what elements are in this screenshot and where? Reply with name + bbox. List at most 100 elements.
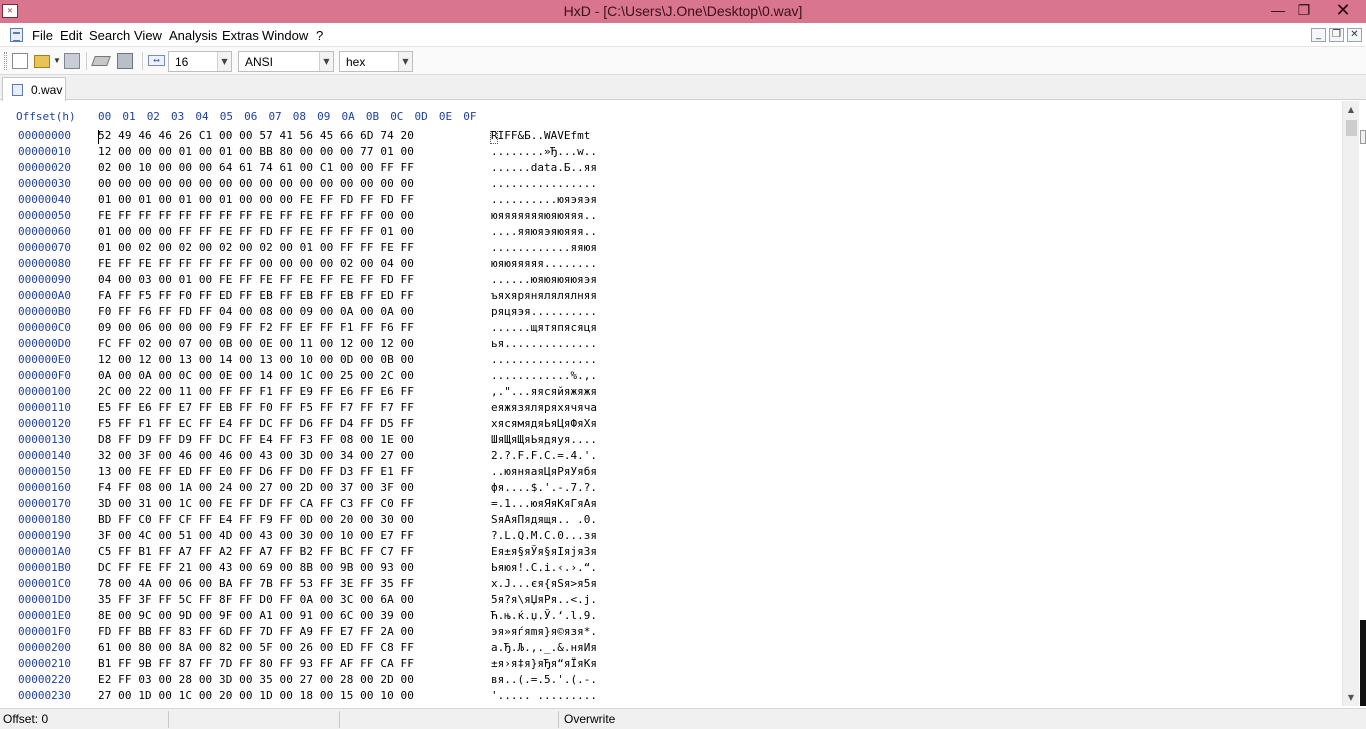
row-bytes[interactable]: FE FF FE FF FF FF FF FF 00 00 00 00 02 0…: [98, 257, 414, 270]
row-text[interactable]: хясямядяЬяЦяФяХя: [491, 417, 597, 430]
row-bytes[interactable]: 01 00 01 00 01 00 01 00 00 00 FE FF FD F…: [98, 193, 414, 206]
menu-search[interactable]: Search: [89, 28, 130, 43]
row-text[interactable]: ,."...яясяйяжяжя: [491, 385, 597, 398]
mdi-minimize-icon[interactable]: _: [1311, 28, 1326, 42]
new-file-icon[interactable]: [12, 53, 28, 69]
row-text[interactable]: Ьяюя!.C.i.‹.›.“.: [491, 561, 597, 574]
row-bytes[interactable]: 3D 00 31 00 1C 00 FE FF DF FF CA FF C3 F…: [98, 497, 414, 510]
row-text[interactable]: ряцяэя..........: [491, 305, 597, 318]
row-text[interactable]: ......юяюяюяюяэя: [491, 273, 597, 286]
row-text[interactable]: ШяЩяЩяЬядяуя....: [491, 433, 597, 446]
row-text[interactable]: еяжязяляряхячяча: [491, 401, 597, 414]
row-text[interactable]: ья..............: [491, 337, 597, 350]
charset-select[interactable]: ANSI ▼: [238, 51, 334, 72]
row-text[interactable]: ?.L.Q.M.C.0...зя: [491, 529, 597, 542]
row-bytes[interactable]: C5 FF B1 FF A7 FF A2 FF A7 FF B2 FF BC F…: [98, 545, 414, 558]
row-bytes[interactable]: 0A 00 0A 00 0C 00 0E 00 14 00 1C 00 25 0…: [98, 369, 414, 382]
row-text[interactable]: вя..(.=.5.'.(.-.: [491, 673, 597, 686]
row-bytes[interactable]: F0 FF F6 FF FD FF 04 00 08 00 09 00 0A 0…: [98, 305, 414, 318]
row-bytes[interactable]: 13 00 FE FF ED FF E0 FF D6 FF D0 FF D3 F…: [98, 465, 414, 478]
row-text[interactable]: ............яяюя: [491, 241, 597, 254]
chevron-down-icon[interactable]: ▼: [398, 52, 412, 71]
bytes-per-row-select[interactable]: 16 ▼: [168, 51, 232, 72]
row-text[interactable]: ................: [491, 177, 597, 190]
row-bytes[interactable]: 61 00 80 00 8A 00 82 00 5F 00 26 00 ED F…: [98, 641, 414, 654]
row-bytes[interactable]: FE FF FF FF FF FF FF FF FE FF FE FF FF F…: [98, 209, 414, 222]
row-text[interactable]: юяюяяяяя........: [491, 257, 597, 270]
close-icon[interactable]: ✕: [1326, 0, 1360, 23]
row-bytes[interactable]: B1 FF 9B FF 87 FF 7D FF 80 FF 93 FF AF F…: [98, 657, 414, 670]
row-bytes[interactable]: 04 00 03 00 01 00 FE FF FE FF FE FF FE F…: [98, 273, 414, 286]
row-bytes[interactable]: F4 FF 08 00 1A 00 24 00 27 00 2D 00 37 0…: [98, 481, 414, 494]
row-bytes[interactable]: FC FF 02 00 07 00 0B 00 0E 00 11 00 12 0…: [98, 337, 414, 350]
cut-icon[interactable]: [91, 56, 111, 66]
row-bytes[interactable]: 02 00 10 00 00 00 64 61 74 61 00 C1 00 0…: [98, 161, 414, 174]
document-icon[interactable]: [10, 28, 23, 42]
chevron-down-icon[interactable]: ▼: [319, 52, 333, 71]
row-bytes[interactable]: E2 FF 03 00 28 00 3D 00 35 00 27 00 28 0…: [98, 673, 414, 686]
menu-window[interactable]: Window: [262, 28, 308, 43]
tab-0-wav[interactable]: 0.wav: [2, 77, 66, 101]
row-bytes[interactable]: 8E 00 9C 00 9D 00 9F 00 A1 00 91 00 6C 0…: [98, 609, 414, 622]
scroll-thumb[interactable]: [1346, 120, 1357, 136]
row-bytes[interactable]: DC FF FE FF 21 00 43 00 69 00 8B 00 9B 0…: [98, 561, 414, 574]
menu-view[interactable]: View: [134, 28, 162, 43]
menu-edit[interactable]: Edit: [60, 28, 82, 43]
row-text[interactable]: Ћ.њ.ќ.џ.Ў.‘.l.9.: [491, 609, 597, 622]
row-bytes[interactable]: F5 FF F1 FF EC FF E4 FF DC FF D6 FF D4 F…: [98, 417, 414, 430]
row-text[interactable]: юяяяяяяяюяюяяя..: [491, 209, 597, 222]
scroll-up-icon[interactable]: ▲: [1343, 101, 1359, 118]
minimize-icon[interactable]: —: [1264, 0, 1292, 23]
row-bytes[interactable]: 52 49 46 46 26 C1 00 00 57 41 56 45 66 6…: [98, 129, 414, 142]
row-text[interactable]: ......щятяпясяця: [491, 321, 597, 334]
row-text[interactable]: '..... .........: [491, 689, 597, 702]
menu-extras[interactable]: Extras: [222, 28, 259, 43]
row-bytes[interactable]: 00 00 00 00 00 00 00 00 00 00 00 00 00 0…: [98, 177, 414, 190]
row-text[interactable]: ............%.,.: [491, 369, 597, 382]
row-bytes[interactable]: 2C 00 22 00 11 00 FF FF F1 FF E9 FF E6 F…: [98, 385, 414, 398]
offset-base-select[interactable]: hex ▼: [339, 51, 413, 72]
row-text[interactable]: 5я?я\яЏяРя..<.j.: [491, 593, 597, 606]
row-bytes[interactable]: 27 00 1D 00 1C 00 20 00 1D 00 18 00 15 0…: [98, 689, 414, 702]
row-bytes[interactable]: 32 00 3F 00 46 00 46 00 43 00 3D 00 34 0…: [98, 449, 414, 462]
vertical-scrollbar[interactable]: ▲ ▼: [1342, 101, 1359, 706]
row-bytes[interactable]: 12 00 00 00 01 00 01 00 BB 80 00 00 00 7…: [98, 145, 414, 158]
toolbar-grip[interactable]: [4, 52, 7, 70]
chevron-down-icon[interactable]: ▼: [217, 52, 231, 71]
row-text[interactable]: ..юяняаяЦяРяУябя: [491, 465, 597, 478]
row-text[interactable]: ъяхярянялялялняя: [491, 289, 597, 302]
hex-editor[interactable]: Offset(h) 00 01 02 03 04 05 06 07 08 09 0A 0B 0C 0D 0E…: [0, 101, 1342, 706]
row-bytes[interactable]: BD FF C0 FF CF FF E4 FF F9 FF 0D 00 20 0…: [98, 513, 414, 526]
row-text[interactable]: a.Ђ.Љ.‚._.&.няИя: [491, 641, 597, 654]
row-bytes[interactable]: FD FF BB FF 83 FF 6D FF 7D FF A9 FF E7 F…: [98, 625, 414, 638]
row-bytes[interactable]: 09 00 06 00 00 00 F9 FF F2 FF EF FF F1 F…: [98, 321, 414, 334]
row-text[interactable]: ................: [491, 353, 597, 366]
row-text[interactable]: Ея±я§яЎя§яІяјяЗя: [491, 545, 597, 558]
row-text[interactable]: ±я›я‡я}яЂя“яЇяКя: [491, 657, 597, 670]
row-text[interactable]: ....яяюяэяюяяя..: [491, 225, 597, 238]
row-text[interactable]: RIFF&Б..WAVEfmt: [491, 129, 597, 142]
row-text[interactable]: 2.?.F.F.C.=.4.'.: [491, 449, 597, 462]
row-bytes[interactable]: 35 FF 3F FF 5C FF 8F FF D0 FF 0A 00 3C 0…: [98, 593, 414, 606]
menu-help[interactable]: ?: [316, 28, 323, 43]
menu-file[interactable]: File: [32, 28, 53, 43]
save-icon[interactable]: [64, 53, 80, 69]
row-text[interactable]: x.J...єя{яSя>я5я: [491, 577, 597, 590]
row-text[interactable]: фя....$.'.-.7.?.: [491, 481, 597, 494]
row-text[interactable]: эя»яѓяmя}я©язя*.: [491, 625, 597, 638]
row-bytes[interactable]: 12 00 12 00 13 00 14 00 13 00 10 00 0D 0…: [98, 353, 414, 366]
menu-analysis[interactable]: Analysis: [169, 28, 217, 43]
mdi-close-icon[interactable]: ✕: [1347, 28, 1362, 42]
restore-icon[interactable]: ❐: [1290, 0, 1318, 23]
row-text[interactable]: ..........юяэяэя: [491, 193, 597, 206]
mdi-restore-icon[interactable]: ❐: [1329, 28, 1344, 42]
row-bytes[interactable]: 01 00 02 00 02 00 02 00 02 00 01 00 FF F…: [98, 241, 414, 254]
row-bytes[interactable]: 78 00 4A 00 06 00 BA FF 7B FF 53 FF 3E F…: [98, 577, 414, 590]
row-text[interactable]: ........»Ђ...w..: [491, 145, 597, 158]
row-bytes[interactable]: 01 00 00 00 FF FF FE FF FD FF FE FF FF F…: [98, 225, 414, 238]
row-bytes[interactable]: FA FF F5 FF F0 FF ED FF EB FF EB FF EB F…: [98, 289, 414, 302]
row-bytes[interactable]: D8 FF D9 FF D9 FF DC FF E4 FF F3 FF 08 0…: [98, 433, 414, 446]
row-bytes[interactable]: E5 FF E6 FF E7 FF EB FF F0 FF F5 FF F7 F…: [98, 401, 414, 414]
scroll-down-icon[interactable]: ▼: [1343, 689, 1359, 706]
open-dropdown-icon[interactable]: ▼: [53, 56, 61, 65]
